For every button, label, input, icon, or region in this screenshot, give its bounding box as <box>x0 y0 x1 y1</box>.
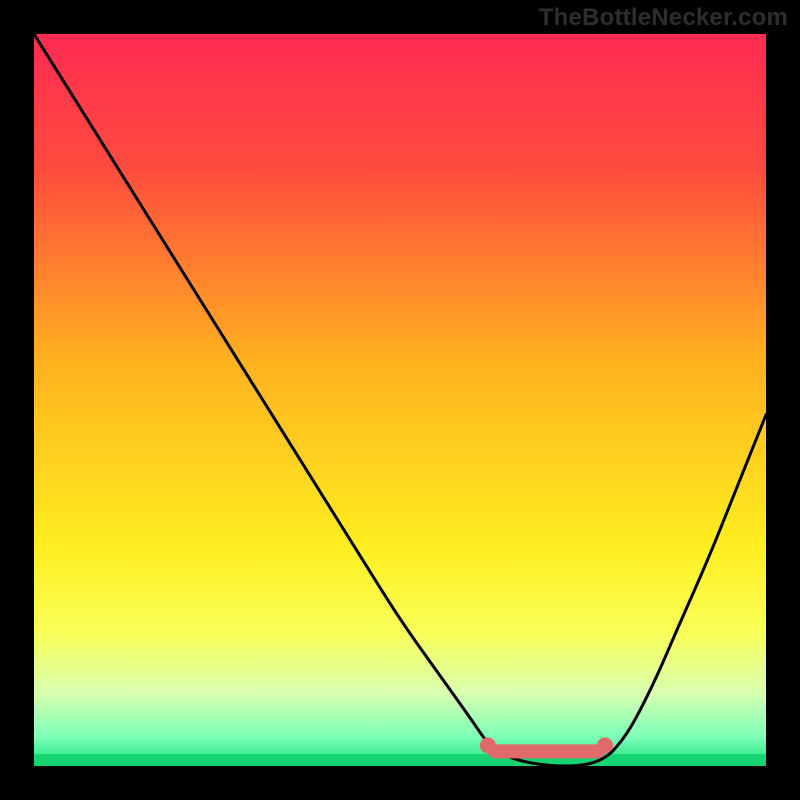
chart-stage: TheBottleNecker.com <box>0 0 800 800</box>
chart-svg <box>34 34 766 766</box>
optimal-range-dot <box>563 746 574 757</box>
optimal-range-dot <box>519 746 530 757</box>
baseline-band <box>34 754 766 766</box>
optimal-range-dot <box>534 746 545 757</box>
watermark-text: TheBottleNecker.com <box>539 4 788 32</box>
plot-area <box>34 34 766 766</box>
optimal-range-dot <box>578 746 589 757</box>
optimal-range-dot <box>504 746 515 757</box>
optimal-range-dot <box>592 746 603 757</box>
optimal-range-dot <box>490 746 501 757</box>
gradient-background <box>34 34 766 766</box>
optimal-range-dot <box>548 746 559 757</box>
